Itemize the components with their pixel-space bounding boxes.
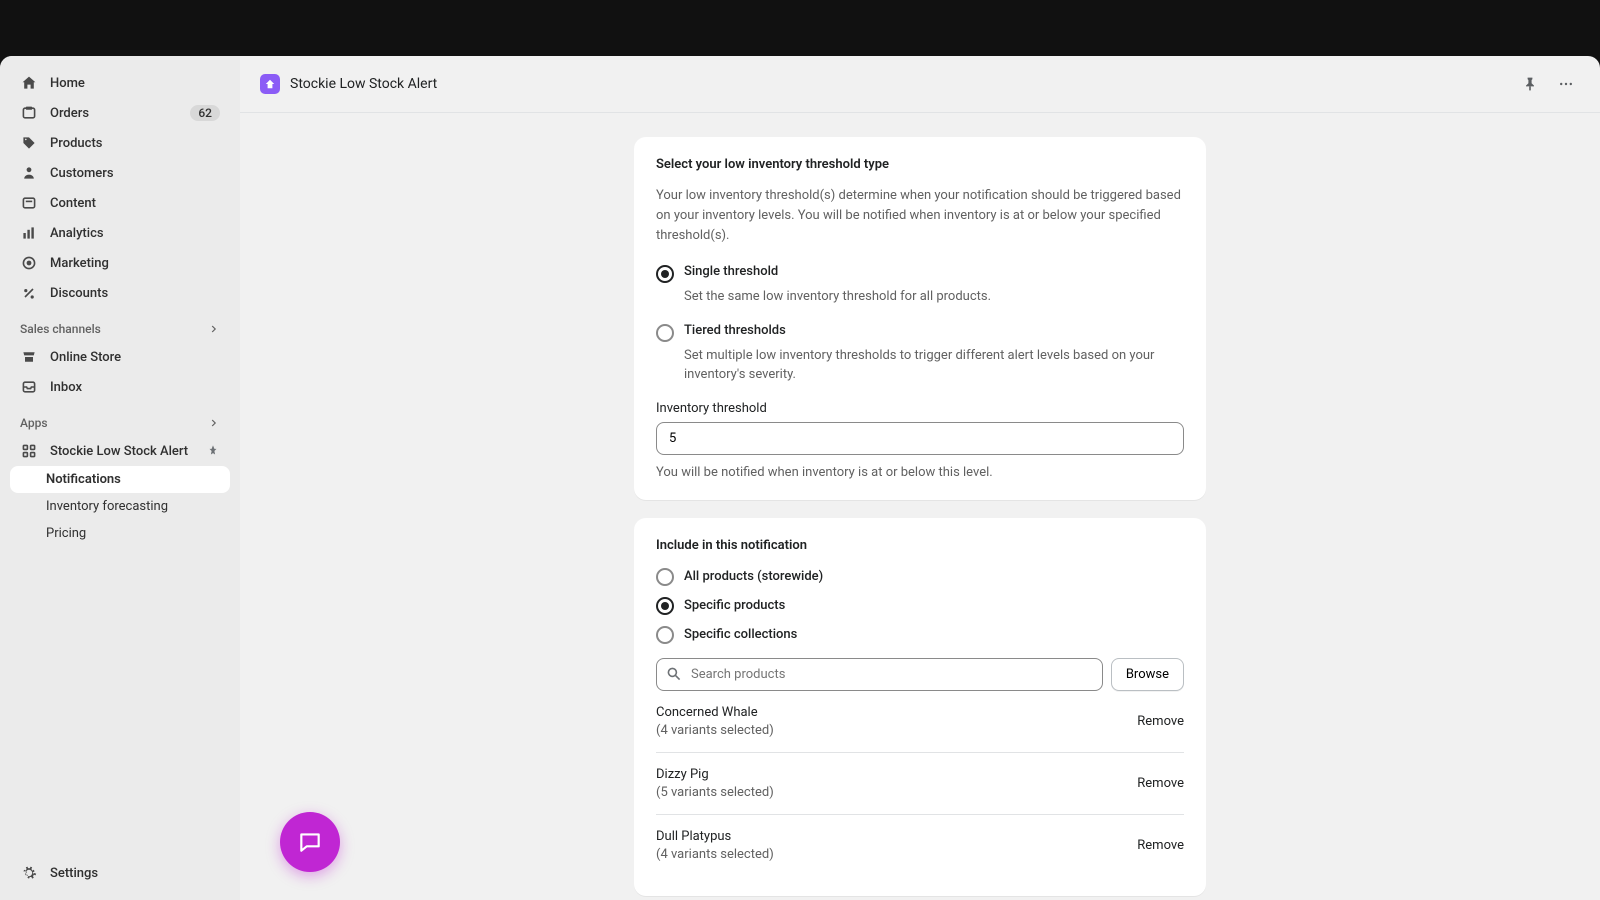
top-bar (0, 0, 1600, 56)
card-threshold-type: Select your low inventory threshold type… (634, 137, 1206, 500)
nav-label: Home (50, 76, 85, 91)
inventory-threshold-input[interactable] (656, 422, 1184, 455)
help-fab[interactable] (280, 812, 340, 872)
nav-label: Marketing (50, 256, 109, 271)
products-icon (20, 134, 38, 152)
nav-online-store[interactable]: Online Store (10, 342, 230, 372)
orders-badge: 62 (190, 105, 220, 121)
radio-desc: Set the same low inventory threshold for… (684, 287, 1184, 307)
section-sales-channels[interactable]: Sales channels (10, 308, 230, 342)
analytics-icon (20, 224, 38, 242)
section-apps[interactable]: Apps (10, 402, 230, 436)
search-icon (666, 666, 682, 682)
chevron-right-icon (208, 417, 220, 429)
nav-content[interactable]: Content (10, 188, 230, 218)
browse-button[interactable]: Browse (1111, 658, 1184, 691)
nav-label: Inventory forecasting (46, 499, 168, 514)
more-button[interactable] (1552, 70, 1580, 98)
radio-label: Tiered thresholds (684, 323, 786, 338)
nav-label: Notifications (46, 472, 121, 487)
inbox-icon (20, 378, 38, 396)
remove-button[interactable]: Remove (1137, 776, 1184, 791)
section-label: Sales channels (20, 322, 101, 336)
nav-label: Analytics (50, 226, 104, 241)
customers-icon (20, 164, 38, 182)
remove-button[interactable]: Remove (1137, 838, 1184, 853)
product-row: Dull Platypus (4 variants selected) Remo… (656, 815, 1184, 876)
product-row: Concerned Whale (4 variants selected) Re… (656, 691, 1184, 753)
nav-orders[interactable]: Orders 62 (10, 98, 230, 128)
helper-text: You will be notified when inventory is a… (656, 465, 1184, 480)
radio-label: Specific collections (684, 627, 797, 642)
sidebar: Home Orders 62 Products Customers Conten… (0, 56, 240, 900)
radio-label: Specific products (684, 598, 785, 613)
nav-app-stockie[interactable]: Stockie Low Stock Alert (10, 436, 230, 466)
remove-button[interactable]: Remove (1137, 714, 1184, 729)
pin-button[interactable] (1516, 70, 1544, 98)
nav-customers[interactable]: Customers (10, 158, 230, 188)
nav-label: Settings (50, 866, 98, 881)
pin-icon[interactable] (206, 444, 220, 458)
card-desc: Your low inventory threshold(s) determin… (656, 186, 1184, 246)
nav-analytics[interactable]: Analytics (10, 218, 230, 248)
orders-icon (20, 104, 38, 122)
card-include-notification: Include in this notification All product… (634, 518, 1206, 896)
card-title: Include in this notification (656, 538, 1184, 553)
radio-desc: Set multiple low inventory thresholds to… (684, 346, 1184, 385)
nav-products[interactable]: Products (10, 128, 230, 158)
product-meta: (4 variants selected) (656, 723, 774, 738)
product-meta: (4 variants selected) (656, 847, 774, 862)
nav-marketing[interactable]: Marketing (10, 248, 230, 278)
main: Stockie Low Stock Alert Select your low … (240, 56, 1600, 900)
radio-label: All products (storewide) (684, 569, 823, 584)
field-label: Inventory threshold (656, 401, 1184, 416)
gear-icon (20, 864, 38, 882)
home-icon (20, 74, 38, 92)
product-name: Concerned Whale (656, 705, 774, 720)
product-name: Dull Platypus (656, 829, 774, 844)
sub-inventory-forecasting[interactable]: Inventory forecasting (10, 493, 230, 520)
radio-specific-collections[interactable] (656, 626, 674, 644)
radio-tiered-thresholds[interactable] (656, 324, 674, 342)
product-row: Dizzy Pig (5 variants selected) Remove (656, 753, 1184, 815)
card-title: Select your low inventory threshold type (656, 157, 1184, 172)
product-name: Dizzy Pig (656, 767, 774, 782)
nav-label: Discounts (50, 286, 108, 301)
page-title: Stockie Low Stock Alert (290, 76, 437, 92)
radio-single-threshold[interactable] (656, 265, 674, 283)
nav-inbox[interactable]: Inbox (10, 372, 230, 402)
app-icon (20, 442, 38, 460)
sub-pricing[interactable]: Pricing (10, 520, 230, 547)
radio-all-products[interactable] (656, 568, 674, 586)
nav-label: Pricing (46, 526, 86, 541)
content-icon (20, 194, 38, 212)
chevron-right-icon (208, 323, 220, 335)
nav-discounts[interactable]: Discounts (10, 278, 230, 308)
chat-icon (297, 829, 323, 855)
marketing-icon (20, 254, 38, 272)
nav-home[interactable]: Home (10, 68, 230, 98)
nav-settings[interactable]: Settings (10, 858, 230, 888)
nav-label: Products (50, 136, 102, 151)
nav-label: Customers (50, 166, 114, 181)
product-meta: (5 variants selected) (656, 785, 774, 800)
search-products-input[interactable] (656, 658, 1103, 691)
nav-label: Inbox (50, 380, 82, 395)
store-icon (20, 348, 38, 366)
nav-label: Stockie Low Stock Alert (50, 444, 188, 459)
section-label: Apps (20, 416, 48, 430)
sub-notifications[interactable]: Notifications (10, 466, 230, 493)
nav-label: Orders (50, 106, 89, 121)
nav-label: Content (50, 196, 96, 211)
app-logo-icon (260, 74, 280, 94)
radio-label: Single threshold (684, 264, 778, 279)
discounts-icon (20, 284, 38, 302)
radio-specific-products[interactable] (656, 597, 674, 615)
nav-label: Online Store (50, 350, 121, 365)
page-header: Stockie Low Stock Alert (240, 56, 1600, 113)
